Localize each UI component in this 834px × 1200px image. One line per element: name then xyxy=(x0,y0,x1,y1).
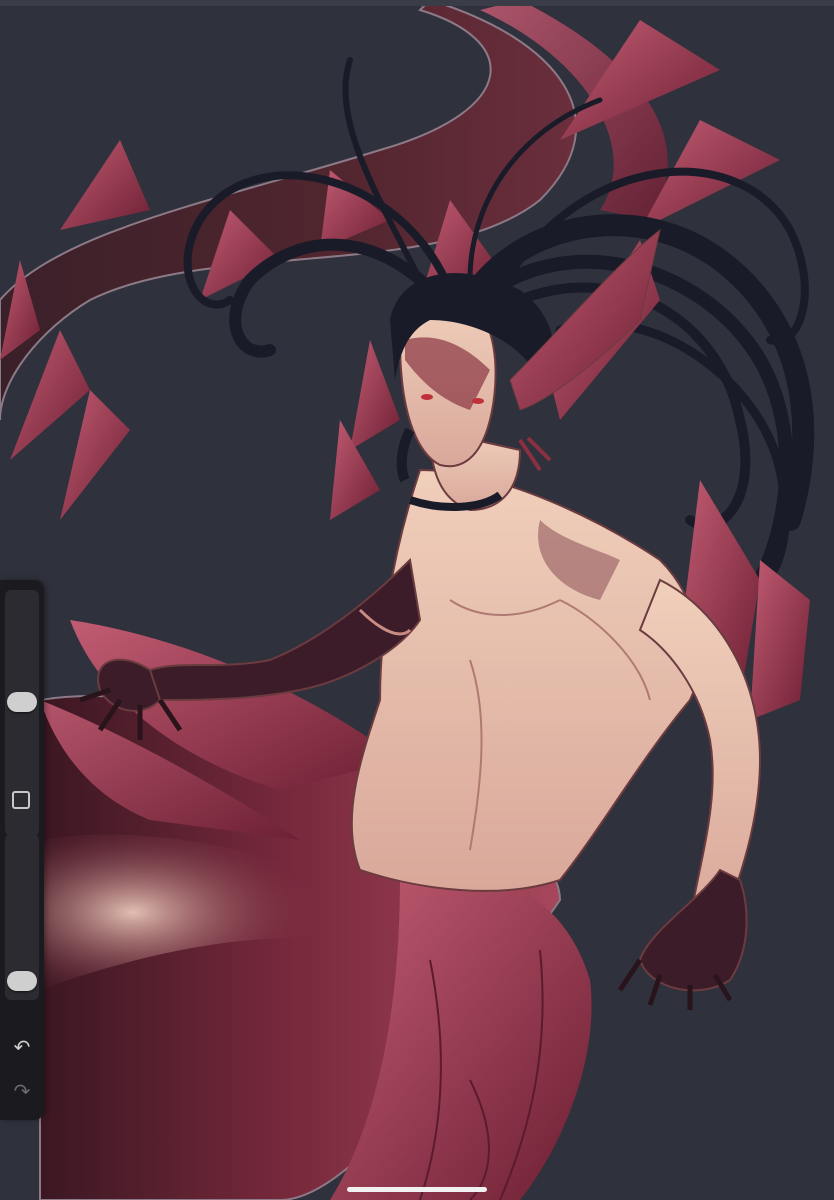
undo-button[interactable]: ↶ xyxy=(7,1032,37,1062)
side-toolbar: ↶ ↷ xyxy=(0,580,44,1120)
brush-opacity-thumb[interactable] xyxy=(7,970,37,991)
modify-button[interactable] xyxy=(9,788,33,812)
redo-icon: ↷ xyxy=(13,1079,31,1103)
drawing-canvas[interactable] xyxy=(0,0,834,1200)
artwork-illustration xyxy=(0,0,815,1200)
square-icon xyxy=(12,791,30,809)
home-indicator[interactable] xyxy=(347,1187,487,1192)
brush-opacity-slider[interactable] xyxy=(5,834,39,1000)
canvas-top-edge xyxy=(0,0,834,6)
undo-icon: ↶ xyxy=(13,1035,31,1059)
brush-size-thumb[interactable] xyxy=(7,691,37,712)
torso xyxy=(350,468,701,892)
redo-button[interactable]: ↷ xyxy=(7,1076,37,1106)
